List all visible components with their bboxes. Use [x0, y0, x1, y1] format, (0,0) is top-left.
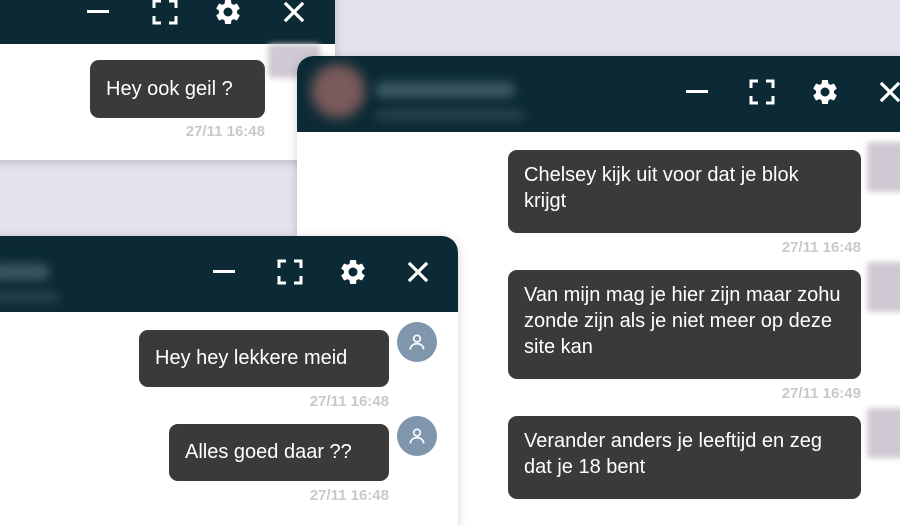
close-button[interactable] — [274, 0, 314, 32]
contact-name-blurred — [375, 82, 515, 98]
message-bubble: Hey hey lekkere meid — [139, 330, 389, 387]
fullscreen-icon — [152, 0, 178, 25]
minimize-button[interactable] — [204, 252, 244, 292]
fullscreen-button[interactable] — [270, 252, 310, 292]
gear-icon — [341, 259, 365, 284]
contact-name-blurred — [0, 264, 50, 280]
chat-header — [297, 56, 900, 132]
message-bubble: Hey ook geil ? — [90, 60, 265, 118]
fullscreen-icon — [749, 79, 775, 105]
message-timestamp: 27/11 16:48 — [781, 239, 861, 256]
message-text: Van mijn mag je hier zijn maar zohu zond… — [524, 284, 841, 358]
user-icon — [409, 428, 425, 444]
message-text: Verander anders je leeftijd en zeg dat j… — [524, 430, 822, 478]
chat-header — [0, 0, 335, 44]
close-icon — [879, 81, 900, 103]
message-text: Alles goed daar ?? — [185, 441, 352, 463]
gear-icon — [813, 79, 837, 104]
avatar — [397, 322, 437, 362]
message-text: Hey ook geil ? — [106, 78, 233, 100]
blurred-avatar — [867, 142, 900, 192]
minimize-icon — [87, 10, 109, 13]
gear-icon — [216, 0, 240, 24]
contact-status-blurred — [0, 292, 60, 302]
message-text: Chelsey kijk uit voor dat je blok krijgt — [524, 164, 799, 212]
user-icon — [409, 334, 425, 350]
contact-avatar-blurred — [311, 64, 365, 118]
close-button[interactable] — [398, 252, 438, 292]
message-bubble: Verander anders je leeftijd en zeg dat j… — [508, 416, 861, 499]
minimize-icon — [686, 90, 708, 93]
chat-header — [0, 236, 458, 312]
fullscreen-icon — [277, 259, 303, 285]
message-timestamp: 27/11 16:49 — [781, 385, 861, 402]
message-bubble: Chelsey kijk uit voor dat je blok krijgt — [508, 150, 861, 233]
message-text: Hey hey lekkere meid — [155, 347, 348, 369]
chat-window-bottom-left: Hey hey lekkere meid 27/11 16:48 Alles g… — [0, 236, 458, 526]
message-timestamp: 27/11 16:48 — [185, 123, 265, 140]
message-timestamp: 27/11 16:48 — [309, 393, 389, 410]
message-bubble: Alles goed daar ?? — [169, 424, 389, 481]
settings-button[interactable] — [805, 72, 845, 112]
message-timestamp: 27/11 16:48 — [309, 487, 389, 504]
settings-button[interactable] — [333, 252, 373, 292]
close-icon — [283, 1, 305, 23]
fullscreen-button[interactable] — [742, 72, 782, 112]
settings-button[interactable] — [208, 0, 248, 32]
close-icon — [407, 261, 429, 283]
blurred-avatar — [867, 262, 900, 312]
blurred-avatar — [867, 408, 900, 458]
contact-status-blurred — [375, 110, 525, 120]
fullscreen-button[interactable] — [145, 0, 185, 32]
message-bubble: Van mijn mag je hier zijn maar zohu zond… — [508, 270, 861, 379]
minimize-button[interactable] — [677, 72, 717, 112]
avatar — [397, 416, 437, 456]
minimize-button[interactable] — [78, 0, 118, 32]
chat-window-top-left: Hey ook geil ? 27/11 16:48 — [0, 0, 335, 160]
minimize-icon — [213, 270, 235, 273]
close-button[interactable] — [870, 72, 900, 112]
